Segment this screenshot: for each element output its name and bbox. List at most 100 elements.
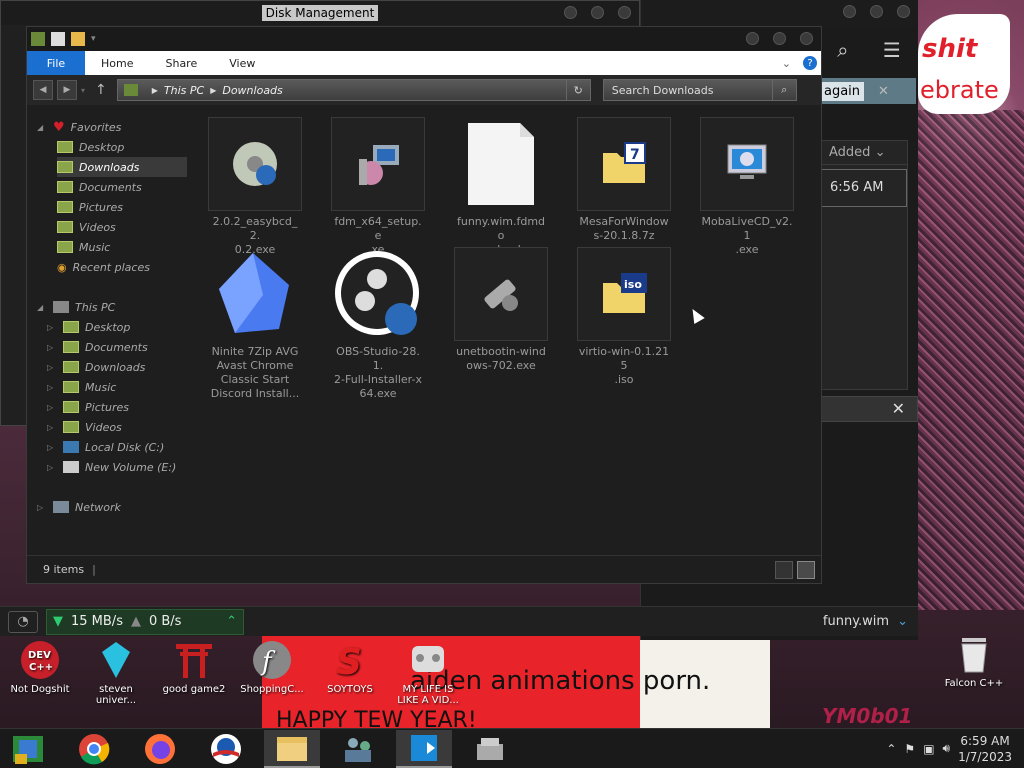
download-row[interactable]: 6:56 AM [821,169,907,207]
desktop-icon-not-dogshit[interactable]: DEV C++ Not Dogshit [4,640,76,695]
nav-fav-recent[interactable]: ◉ Recent places [57,257,187,277]
flag-icon[interactable]: ⚑ [904,742,915,756]
expand-arrow-icon[interactable]: ▷ [47,443,57,452]
minimize-button[interactable] [843,5,856,18]
taskbar-obama-app[interactable] [198,730,254,768]
expand-arrow-icon[interactable]: ▷ [47,363,57,372]
search-input[interactable]: Search Downloads ⌕ [602,79,797,101]
nav-pc-new-volume[interactable]: ▷ New Volume (E:) [47,457,187,477]
start-button[interactable] [0,730,56,768]
file-item[interactable]: 2.0.2_easybcd_2. 0.2.exe [208,117,302,257]
breadcrumb-this-pc[interactable]: This PC [164,84,204,97]
expand-ribbon-icon[interactable]: ⌄ [782,57,791,70]
search-icon[interactable]: ⌕ [837,38,848,62]
expand-arrow-icon[interactable]: ▷ [47,463,57,472]
nav-fav-downloads[interactable]: Downloads [57,157,187,177]
file-item[interactable]: unetbootin-wind ows-702.exe [454,247,548,373]
file-item[interactable]: MobaLiveCD_v2.1 .exe [700,117,794,257]
close-icon[interactable]: ✕ [892,399,905,418]
chevron-up-icon[interactable]: ⌃ [226,614,237,629]
desktop-icon-falcon[interactable]: Falcon C++ [938,634,1010,689]
expand-arrow-icon[interactable]: ▷ [47,383,57,392]
expand-arrow-icon[interactable]: ◢ [37,303,47,312]
file-item[interactable]: funny.wim.fdmdo wnload [454,117,548,257]
maximize-button[interactable] [773,32,786,45]
chevron-right-icon[interactable]: ▶ [152,86,158,95]
explorer-window[interactable]: ▾ File Home Share View ⌄ ? ◀ ▶ ▾ ↑ ▶ Thi… [26,26,822,584]
expand-arrow-icon[interactable]: ▷ [47,323,57,332]
clock[interactable]: 6:59 AM 1/7/2023 [958,733,1012,765]
nav-this-pc[interactable]: ◢ This PC [37,297,187,317]
expand-arrow-icon[interactable]: ▷ [47,343,57,352]
menu-icon[interactable]: ☰ [883,38,901,62]
breadcrumb-downloads[interactable]: Downloads [222,84,282,97]
file-item[interactable]: fdm_x64_setup.e xe [331,117,425,257]
help-icon[interactable]: ? [803,56,817,70]
maximize-button[interactable] [591,6,604,19]
shelf-file[interactable]: funny.wim ⌄ [823,614,908,629]
network-icon[interactable]: ▣ [923,742,934,756]
expand-arrow-icon[interactable]: ▷ [47,423,57,432]
expand-arrow-icon[interactable]: ▷ [37,503,47,512]
taskbar-chrome[interactable] [66,730,122,768]
tab-view[interactable]: View [213,57,271,70]
nav-pc-desktop[interactable]: ▷ Desktop [47,317,187,337]
nav-network[interactable]: ▷ Network [37,497,187,517]
close-button[interactable] [800,32,813,45]
tab-file[interactable]: File [27,51,85,75]
minimize-button[interactable] [746,32,759,45]
nav-favorites[interactable]: ◢ ♥ Favorites [37,117,187,137]
maximize-button[interactable] [870,5,883,18]
close-button[interactable] [618,6,631,19]
properties-icon[interactable] [51,32,65,46]
nav-fav-music[interactable]: Music [57,237,187,257]
nav-fav-desktop[interactable]: Desktop [57,137,187,157]
taskbar-firefox[interactable] [132,730,188,768]
disk-management-titlebar[interactable]: Disk Management [1,1,639,25]
chevron-right-icon[interactable]: ▶ [210,86,216,95]
added-column-header[interactable]: Added ⌄ [821,141,907,165]
nav-fav-pictures[interactable]: Pictures [57,197,187,217]
minimize-button[interactable] [564,6,577,19]
nav-pc-music[interactable]: ▷ Music [47,377,187,397]
refresh-icon[interactable]: ↻ [565,80,590,100]
file-item[interactable]: iso virtio-win-0.1.215 .iso [577,247,671,387]
speed-limit-icon[interactable]: ◔ [8,610,38,633]
volume-icon[interactable]: 🔊︎ [943,741,951,756]
tab-home[interactable]: Home [85,57,149,70]
file-item[interactable]: Ninite 7Zip AVG Avast Chrome Classic Sta… [208,247,302,401]
desktop-icon-steven-universe[interactable]: steven univer... [80,640,152,706]
nav-pc-downloads[interactable]: ▷ Downloads [47,357,187,377]
nav-pc-documents[interactable]: ▷ Documents [47,337,187,357]
browser-titlebar[interactable] [641,0,918,26]
chevron-up-icon[interactable]: ⌃ [886,742,896,756]
explorer-titlebar[interactable]: ▾ [27,27,821,51]
up-button[interactable]: ↑ [89,82,113,98]
recent-locations-icon[interactable]: ▾ [81,86,85,95]
file-item[interactable]: OBS-Studio-28.1. 2-Full-Installer-x 64.e… [331,247,425,401]
new-folder-icon[interactable] [71,32,85,46]
close-button[interactable] [897,5,910,18]
try-again-button[interactable]: again [820,81,865,101]
nav-fav-documents[interactable]: Documents [57,177,187,197]
search-icon[interactable]: ⌕ [771,80,796,100]
nav-pc-pictures[interactable]: ▷ Pictures [47,397,187,417]
details-view-icon[interactable] [775,560,793,579]
back-button[interactable]: ◀ [33,80,53,100]
expand-arrow-icon[interactable]: ◢ [37,123,47,132]
taskbar-fdm[interactable] [396,729,452,768]
address-bar[interactable]: ▶ This PC ▶ Downloads ↻ [116,79,591,101]
close-icon[interactable]: ✕ [878,84,889,99]
taskbar-network-app[interactable] [330,730,386,768]
file-item[interactable]: 7 MesaForWindow s-20.1.8.7z [577,117,671,243]
desktop-icon-my-life[interactable]: MY LIFE IS LIKE A VID... [392,640,464,706]
forward-button[interactable]: ▶ [57,80,77,100]
speed-indicator[interactable]: ▼ 15 MB/s ▲ 0 B/s ⌃ [46,608,244,635]
desktop-icon-good-game2[interactable]: good game2 [158,640,230,695]
desktop-icon-shopping[interactable]: f ShoppingC... [236,640,308,695]
nav-fav-videos[interactable]: Videos [57,217,187,237]
chevron-down-icon[interactable]: ⌄ [897,614,908,629]
chevron-down-icon[interactable]: ▾ [91,34,96,44]
tab-share[interactable]: Share [149,57,213,70]
taskbar-file-explorer[interactable] [264,729,320,768]
